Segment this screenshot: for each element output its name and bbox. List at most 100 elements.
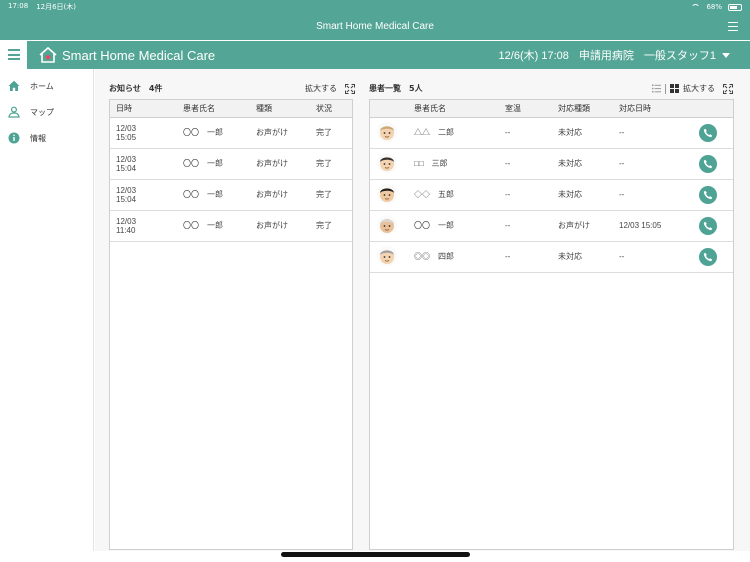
header-datetime: 12/6(木) 17:08 [498,50,569,62]
call-button[interactable] [699,216,717,235]
row-patient: 〇〇 一郎 [177,117,250,149]
table-row[interactable]: ◎◎ 四郎 -- 未対応 -- [370,241,733,273]
notifications-header: お知らせ 4件 [109,83,162,94]
row-temperature: -- [499,117,552,149]
notifications-title: お知らせ [109,84,141,93]
row-response-type: 未対応 [552,241,613,273]
map-pin-icon [8,106,20,118]
call-button[interactable] [699,154,717,173]
sidebar-item-label: 情報 [30,133,46,143]
sidebar-item-info[interactable]: 情報 [0,125,93,151]
chevron-down-icon[interactable] [722,52,730,58]
row-date: 12/03 [116,154,137,164]
row-temperature: -- [499,210,552,242]
patient-avatar-icon [377,121,397,142]
patients-expand-button[interactable]: 拡大する [683,83,715,94]
home-heart-logo-icon [39,46,57,63]
column-header: 日時 [110,100,177,118]
status-date: 12月6日(木) [36,3,77,11]
row-type: お声がけ [250,148,310,180]
call-button[interactable] [699,185,717,204]
row-patient: 〇〇 一郎 [177,210,250,242]
table-row[interactable]: 〇〇 一郎 -- お声がけ 12/03 15:05 [370,210,733,242]
notifications-table: 日時 患者氏名 種類 状況 12/03 15:05 〇〇 一郎 お声がけ 完了 1… [110,100,352,242]
wifi-icon [691,4,701,10]
row-temperature: -- [499,241,552,273]
row-patient: ◎◎ 四郎 [408,241,499,273]
sidebar-item-label: ホーム [30,81,54,91]
patients-table: 患者氏名 室温 対応種類 対応日時 △△ 二郎 -- 未対応 -- □□ 三郎 -- 未対応… [370,100,733,273]
table-row[interactable]: ◇◇ 五郎 -- 未対応 -- [370,179,733,211]
row-time: 15:04 [116,194,137,204]
expand-icon [345,83,355,94]
phone-icon [703,159,713,168]
column-header: 対応日時 [613,100,693,118]
patients-toolbar: 拡大する [652,83,733,94]
brand-name: Smart Home Medical Care [62,47,216,63]
expand-label: 拡大する [305,84,337,93]
row-patient: 〇〇 一郎 [177,148,250,180]
notifications-panel: 日時 患者氏名 種類 状況 12/03 15:05 〇〇 一郎 お声がけ 完了 1… [109,99,353,550]
title-bar: Smart Home Medical Care [0,14,750,40]
battery-icon [728,3,742,11]
column-header: 対応種類 [552,100,613,118]
header-hospital: 申請用病院 [578,50,634,62]
row-patient: 〇〇 一郎 [408,210,499,242]
patients-title: 患者一覧 [369,84,401,93]
notifications-expand-button[interactable]: 拡大する [305,83,355,94]
row-type: お声がけ [250,210,310,242]
home-indicator[interactable] [281,552,470,557]
sidebar-toggle-button[interactable] [0,41,28,69]
phone-icon [703,128,713,137]
table-header-row: 患者氏名 室温 対応種類 対応日時 [370,100,733,118]
table-row[interactable]: 12/03 15:05 〇〇 一郎 お声がけ 完了 [110,117,352,149]
row-response-time: 12/03 15:05 [613,210,693,242]
list-view-icon[interactable] [652,84,661,93]
table-row[interactable]: □□ 三郎 -- 未対応 -- [370,148,733,180]
sidebar: ホーム マップ 情報 [0,69,94,551]
row-date: 12/03 [116,185,137,195]
status-time: 17:08 [8,2,29,10]
table-row[interactable]: 12/03 15:04 〇〇 一郎 お声がけ 完了 [110,179,352,211]
toolbar-divider [665,83,666,94]
row-patient: ◇◇ 五郎 [408,179,499,211]
call-button[interactable] [699,247,717,266]
column-header [693,100,733,118]
row-temperature: -- [499,179,552,211]
notifications-count: 4件 [148,84,163,93]
column-header: 状況 [310,100,352,118]
call-button[interactable] [699,123,717,142]
column-header [370,100,408,118]
sidebar-item-map[interactable]: マップ [0,99,93,125]
patients-panel: 患者氏名 室温 対応種類 対応日時 △△ 二郎 -- 未対応 -- □□ 三郎 -- 未対応… [369,99,734,550]
grid-view-icon[interactable] [670,84,679,93]
menu-icon[interactable] [728,22,738,31]
window-title: Smart Home Medical Care [316,21,434,32]
column-header: 患者氏名 [408,100,499,118]
table-row[interactable]: 12/03 15:04 〇〇 一郎 お声がけ 完了 [110,148,352,180]
patient-avatar-icon [377,152,397,173]
home-icon [8,80,20,92]
row-response-type: お声がけ [552,210,613,242]
row-time: 11:40 [116,225,136,235]
row-type: お声がけ [250,179,310,211]
battery-percent: 68% [706,3,722,11]
user-menu[interactable]: 一般スタッフ1 [644,47,716,63]
patient-avatar-icon [377,214,397,235]
row-response-time: -- [613,241,693,273]
row-response-time: -- [613,179,693,211]
row-status: 完了 [310,117,352,149]
column-header: 室温 [499,100,552,118]
sidebar-item-home[interactable]: ホーム [0,73,93,99]
hamburger-icon [8,49,20,60]
patients-count: 5人 [409,84,423,93]
expand-icon[interactable] [723,83,733,94]
patients-header: 患者一覧 5人 [369,83,423,94]
table-row[interactable]: 12/03 11:40 〇〇 一郎 お声がけ 完了 [110,210,352,242]
row-patient: △△ 二郎 [408,117,499,149]
row-time: 15:05 [116,132,137,142]
sidebar-item-label: マップ [30,107,54,117]
row-date: 12/03 [116,123,137,133]
row-patient: 〇〇 一郎 [177,179,250,211]
table-row[interactable]: △△ 二郎 -- 未対応 -- [370,117,733,149]
